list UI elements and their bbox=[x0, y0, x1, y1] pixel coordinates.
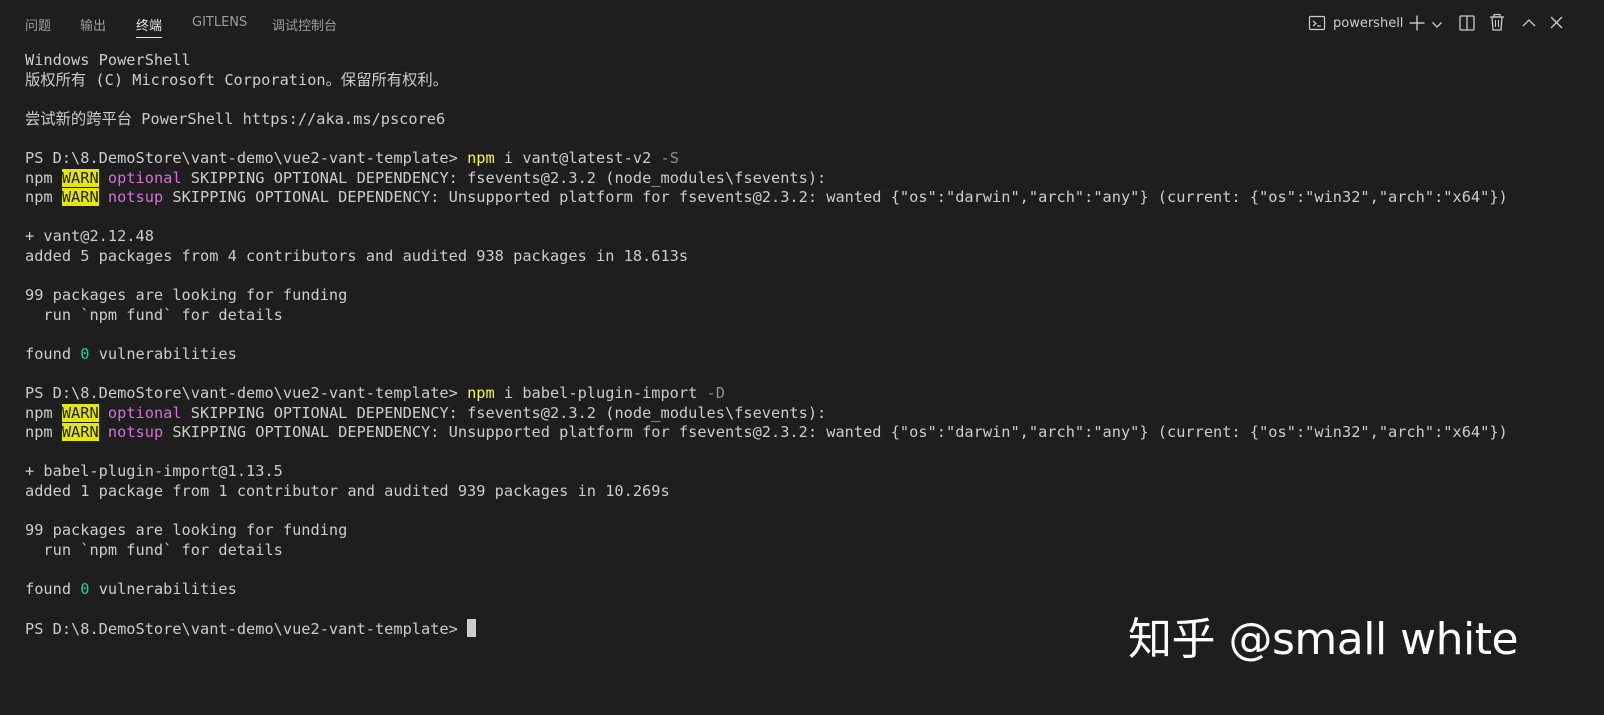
added-line: added 5 packages from 4 contributors and… bbox=[25, 247, 1585, 267]
panel-tab-bar: 问题 输出 终端 GITLENS 调试控制台 powershell bbox=[0, 0, 1604, 46]
command-args: i vant@latest-v2 bbox=[494, 148, 661, 167]
tab-gitlens[interactable]: GITLENS bbox=[192, 15, 247, 30]
tab-problems[interactable]: 问题 bbox=[25, 15, 51, 34]
found-prefix: found bbox=[25, 580, 81, 599]
tab-debug-console[interactable]: 调试控制台 bbox=[272, 15, 337, 34]
fund-hint: run `npm fund` for details bbox=[25, 305, 283, 324]
terminal-icon[interactable] bbox=[1308, 14, 1326, 36]
warn-badge: WARN bbox=[61, 403, 99, 422]
warn-badge: WARN bbox=[61, 168, 99, 187]
fund-hint: run `npm fund` for details bbox=[25, 540, 283, 559]
installed-line: + babel-plugin-import@1.13.5 bbox=[25, 462, 1585, 482]
warn-type: notsup bbox=[107, 423, 164, 442]
chevron-up-icon[interactable] bbox=[1521, 15, 1537, 34]
installed-line: + vant@2.12.48 bbox=[25, 227, 1585, 247]
split-icon[interactable] bbox=[1458, 14, 1476, 36]
warn-line: npm WARN optional SKIPPING OPTIONAL DEPE… bbox=[25, 168, 1585, 189]
found-suffix: vulnerabilities bbox=[89, 344, 237, 363]
terminal-line: 版权所有 (C) Microsoft Corporation。保留所有权利。 bbox=[25, 71, 1585, 91]
warn-message: SKIPPING OPTIONAL DEPENDENCY: fsevents@2… bbox=[181, 403, 827, 422]
command-npm: npm bbox=[467, 384, 495, 403]
chevron-down-icon[interactable] bbox=[1431, 16, 1443, 35]
funding-text: 99 packages are looking for funding bbox=[25, 286, 348, 305]
shell-name-label[interactable]: powershell bbox=[1333, 16, 1403, 31]
fund-hint-line: run `npm fund` for details bbox=[25, 306, 1585, 326]
warn-message: SKIPPING OPTIONAL DEPENDENCY: Unsupporte… bbox=[163, 188, 1508, 207]
npm-prefix: npm bbox=[25, 403, 62, 422]
tab-output[interactable]: 输出 bbox=[80, 15, 106, 34]
warn-line: npm WARN notsup SKIPPING OPTIONAL DEPEND… bbox=[25, 188, 1585, 208]
installed-package: + babel-plugin-import@1.13.5 bbox=[25, 462, 283, 481]
prompt: PS D:\8.DemoStore\vant-demo\vue2-vant-te… bbox=[25, 620, 468, 639]
added-summary: added 1 package from 1 contributor and a… bbox=[25, 482, 670, 501]
added-summary: added 5 packages from 4 contributors and… bbox=[25, 246, 689, 265]
header-title: Windows PowerShell bbox=[25, 51, 191, 69]
npm-prefix: npm bbox=[25, 423, 62, 442]
warn-badge: WARN bbox=[61, 423, 99, 442]
funding-text: 99 packages are looking for funding bbox=[25, 521, 348, 540]
added-line: added 1 package from 1 contributor and a… bbox=[25, 482, 1585, 502]
header-copyright: 版权所有 (C) Microsoft Corporation。保留所有权利。 bbox=[25, 70, 449, 89]
command-npm: npm bbox=[467, 148, 495, 167]
command-flag: -S bbox=[660, 148, 679, 167]
command-line: PS D:\8.DemoStore\vant-demo\vue2-vant-te… bbox=[25, 384, 1585, 404]
found-suffix: vulnerabilities bbox=[89, 580, 237, 599]
terminal-line: Windows PowerShell bbox=[25, 51, 1585, 71]
npm-prefix: npm bbox=[25, 168, 62, 187]
fund-hint-line: run `npm fund` for details bbox=[25, 541, 1585, 561]
header-pscore-hint: 尝试新的跨平台 PowerShell https://aka.ms/pscore… bbox=[25, 109, 446, 128]
warn-message: SKIPPING OPTIONAL DEPENDENCY: fsevents@2… bbox=[181, 168, 827, 187]
prompt: PS D:\8.DemoStore\vant-demo\vue2-vant-te… bbox=[25, 384, 468, 403]
close-icon[interactable] bbox=[1549, 15, 1564, 34]
found-prefix: found bbox=[25, 344, 81, 363]
text-cursor bbox=[467, 619, 477, 638]
funding-line: 99 packages are looking for funding bbox=[25, 286, 1585, 306]
warn-type: optional bbox=[107, 168, 182, 187]
warn-badge: WARN bbox=[61, 188, 99, 207]
vulnerabilities-line: found 0 vulnerabilities bbox=[25, 345, 1585, 365]
command-line: PS D:\8.DemoStore\vant-demo\vue2-vant-te… bbox=[25, 149, 1585, 169]
terminal-line: 尝试新的跨平台 PowerShell https://aka.ms/pscore… bbox=[25, 110, 1585, 130]
warn-line: npm WARN notsup SKIPPING OPTIONAL DEPEND… bbox=[25, 423, 1585, 443]
npm-prefix: npm bbox=[25, 188, 62, 207]
vulnerabilities-line: found 0 vulnerabilities bbox=[25, 580, 1585, 600]
trash-icon[interactable] bbox=[1488, 13, 1506, 36]
warn-type: optional bbox=[107, 403, 182, 422]
prompt: PS D:\8.DemoStore\vant-demo\vue2-vant-te… bbox=[25, 148, 468, 167]
warn-type: notsup bbox=[107, 188, 164, 207]
tab-terminal[interactable]: 终端 bbox=[136, 15, 163, 38]
warn-line: npm WARN optional SKIPPING OPTIONAL DEPE… bbox=[25, 403, 1585, 424]
command-flag: -D bbox=[706, 384, 725, 403]
watermark: 知乎 @small white bbox=[1128, 614, 1519, 665]
installed-package: + vant@2.12.48 bbox=[25, 227, 154, 246]
warn-message: SKIPPING OPTIONAL DEPENDENCY: Unsupporte… bbox=[163, 423, 1508, 442]
terminal-output[interactable]: Windows PowerShell 版权所有 (C) Microsoft Co… bbox=[25, 51, 1585, 639]
plus-icon[interactable] bbox=[1408, 14, 1426, 36]
funding-line: 99 packages are looking for funding bbox=[25, 521, 1585, 541]
command-args: i babel-plugin-import bbox=[494, 384, 707, 403]
